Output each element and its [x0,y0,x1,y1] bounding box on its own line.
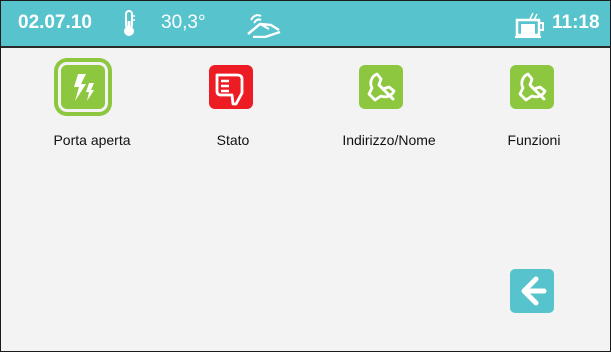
porta-aperta-button[interactable] [61,65,105,109]
clock-display: 11:18 [552,12,600,33]
coffee-cup-icon [515,12,544,38]
status-bar: 02.07.10 30,3° 11:18 [1,1,610,48]
back-button[interactable] [510,269,554,313]
temperature-display: 30,3° [161,12,206,33]
screen: 02.07.10 30,3° 11:18 Porta aperta Stato … [0,0,611,352]
funzioni-button[interactable] [510,65,554,109]
wrench-icon [518,72,547,102]
lightning-icon [74,74,94,101]
stato-label: Stato [216,132,250,148]
stato-button[interactable] [209,65,253,109]
indirizzo-nome-button[interactable] [359,65,403,109]
thermometer-icon [124,10,135,36]
wrench-icon [367,72,396,102]
arrow-left-icon [521,276,547,306]
funzioni-label: Funzioni [507,132,561,148]
porta-aperta-label: Porta aperta [53,132,131,148]
date-display: 02.07.10 [18,12,92,33]
hand-touch-icon [247,14,281,38]
indirizzo-nome-label: Indirizzo/Nome [342,132,436,148]
thumbs-down-icon [215,73,244,106]
